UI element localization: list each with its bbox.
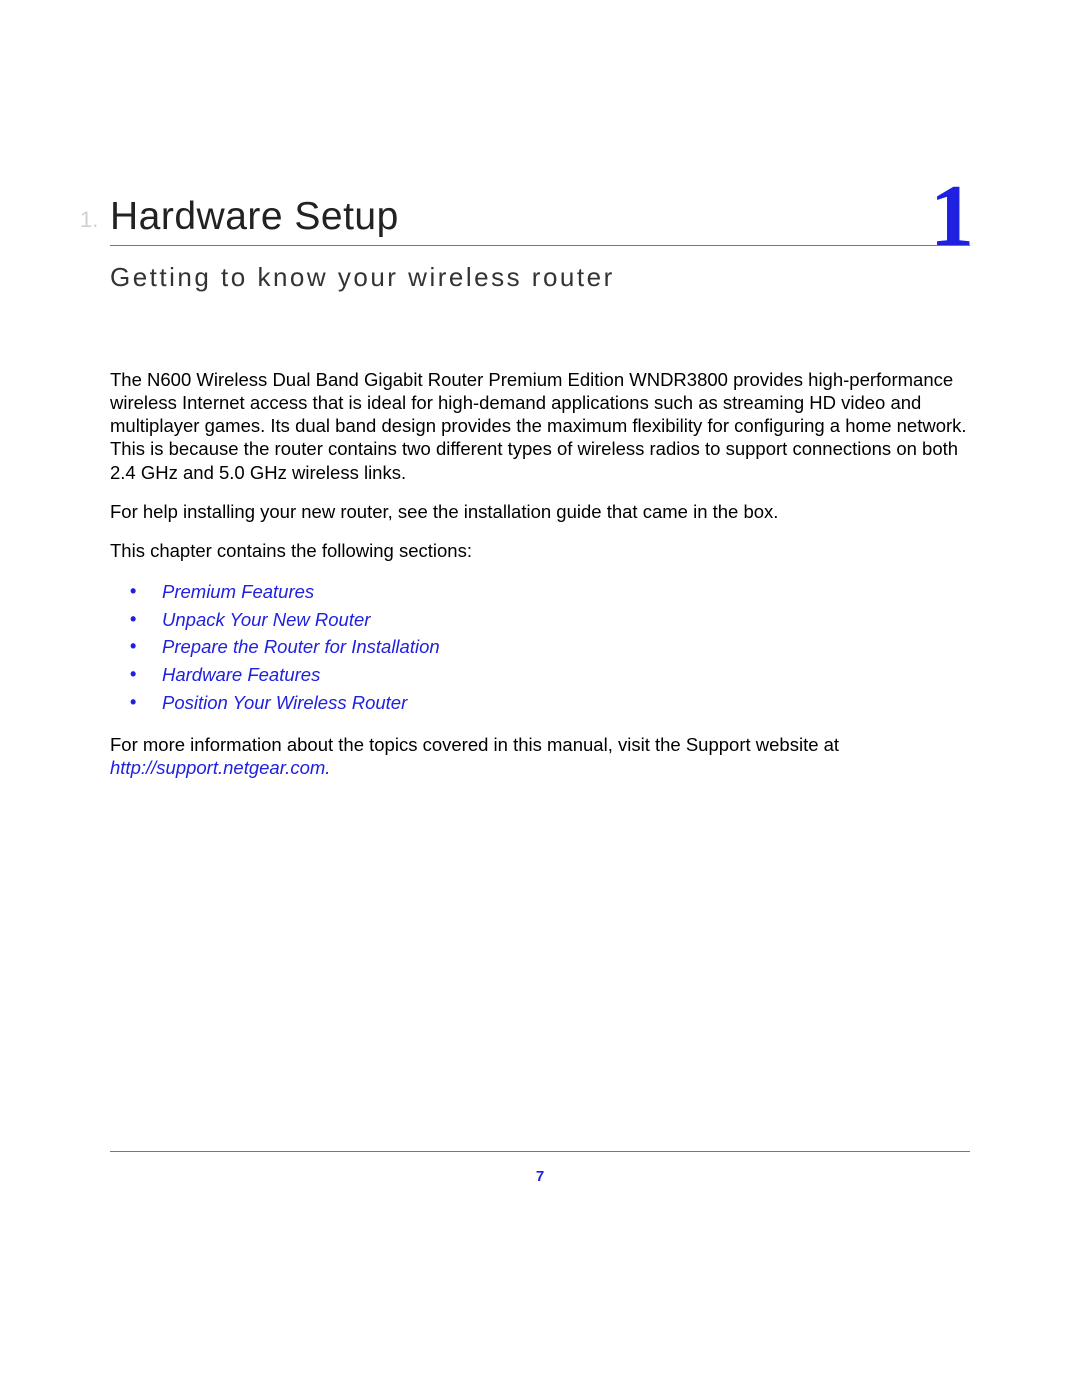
chapter-subtitle: Getting to know your wireless router <box>110 262 970 293</box>
section-link[interactable]: Prepare the Router for Installation <box>162 633 970 661</box>
chapter-header: 1. Hardware Setup 1 Getting to know your… <box>110 195 970 293</box>
support-url-link[interactable]: http://support.netgear.com. <box>110 757 330 778</box>
chapter-prefix: 1. <box>80 207 98 233</box>
intro-paragraph: The N600 Wireless Dual Band Gigabit Rout… <box>110 368 970 484</box>
section-link[interactable]: Unpack Your New Router <box>162 606 970 634</box>
page-number: 7 <box>0 1168 1080 1185</box>
section-link[interactable]: Hardware Features <box>162 661 970 689</box>
section-link[interactable]: Premium Features <box>162 578 970 606</box>
more-info-paragraph: For more information about the topics co… <box>110 733 970 779</box>
section-link-text: Premium Features <box>162 581 314 602</box>
section-list: Premium Features Unpack Your New Router … <box>162 578 970 717</box>
page-content: 1. Hardware Setup 1 Getting to know your… <box>0 0 1080 779</box>
section-link-text: Unpack Your New Router <box>162 609 370 630</box>
footer-rule <box>110 1151 970 1152</box>
chapter-title-rule: 1. Hardware Setup 1 <box>110 195 970 246</box>
chapter-number: 1 <box>930 173 974 261</box>
section-link-text: Prepare the Router for Installation <box>162 636 440 657</box>
section-link-text: Hardware Features <box>162 664 320 685</box>
sections-intro: This chapter contains the following sect… <box>110 539 970 562</box>
help-paragraph: For help installing your new router, see… <box>110 500 970 523</box>
section-link-text: Position Your Wireless Router <box>162 692 407 713</box>
section-link[interactable]: Position Your Wireless Router <box>162 689 970 717</box>
more-info-text: For more information about the topics co… <box>110 734 839 755</box>
chapter-title: Hardware Setup <box>110 195 970 245</box>
